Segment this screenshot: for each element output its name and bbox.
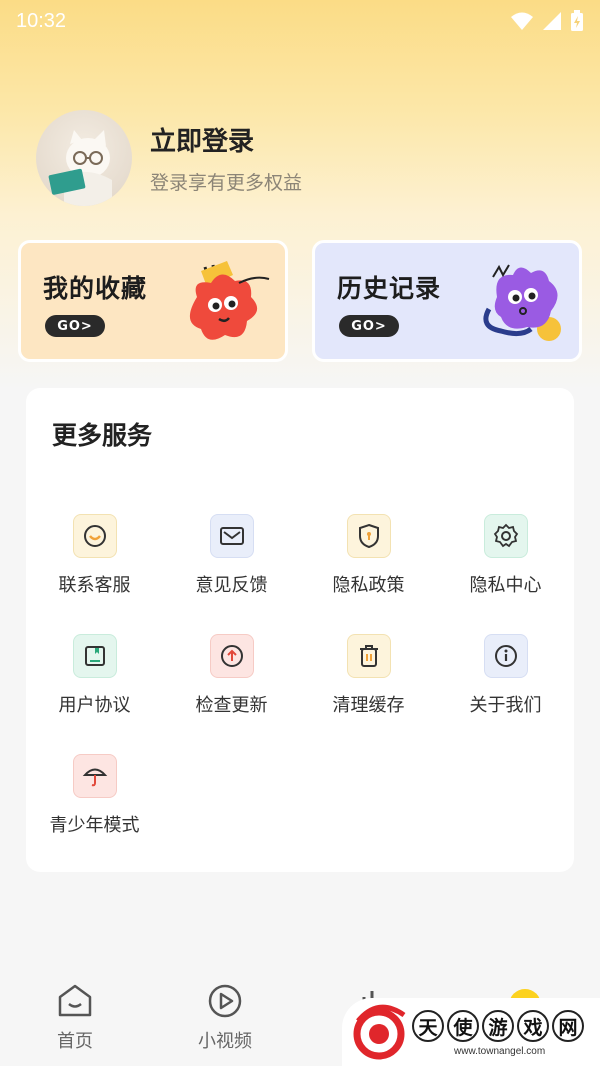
book-icon <box>72 634 117 678</box>
cat-avatar-illustration <box>48 130 112 206</box>
wifi-icon <box>511 12 533 30</box>
watermark-logo-icon <box>353 1004 406 1060</box>
watermark-char: 天 <box>412 1010 444 1042</box>
tab-home[interactable]: 首页 <box>25 983 125 1053</box>
gear-icon <box>483 514 528 558</box>
service-label: 联系客服 <box>58 575 131 596</box>
red-blob-mascot-icon <box>189 261 270 340</box>
login-subtitle: 登录享有更多权益 <box>150 172 303 194</box>
history-card[interactable]: 历史记录 GO> <box>312 240 582 362</box>
service-check-update[interactable]: 检查更新 <box>163 634 300 717</box>
tab-short-video[interactable]: 小视频 <box>175 983 275 1053</box>
tab-label: 首页 <box>57 1031 93 1052</box>
service-teen-mode[interactable]: 青少年模式 <box>26 754 163 837</box>
service-about-us[interactable]: 关于我们 <box>437 634 574 717</box>
watermark-char: 使 <box>447 1010 479 1042</box>
service-privacy-policy[interactable]: 隐私政策 <box>300 514 437 597</box>
service-label: 用户协议 <box>58 695 131 716</box>
favorites-card[interactable]: 我的收藏 GO> <box>18 240 288 362</box>
service-label: 意见反馈 <box>195 575 268 596</box>
watermark-char: 戏 <box>517 1010 549 1042</box>
status-icons <box>510 10 584 32</box>
tab-label: 小视频 <box>198 1031 252 1052</box>
site-watermark: 天 使 游 戏 网 www.townangel.com <box>342 998 600 1066</box>
service-clear-cache[interactable]: 清理缓存 <box>300 634 437 717</box>
mail-icon <box>209 514 254 558</box>
service-label: 关于我们 <box>469 695 542 716</box>
login-title[interactable]: 立即登录 <box>150 121 302 158</box>
watermark-char: 游 <box>482 1010 514 1042</box>
shield-icon <box>346 514 391 558</box>
history-go-button[interactable]: GO> <box>339 315 399 337</box>
services-title: 更多服务 <box>52 421 153 450</box>
watermark-char: 网 <box>552 1010 584 1042</box>
battery-icon <box>571 10 583 31</box>
service-user-agreement[interactable]: 用户协议 <box>26 634 163 717</box>
history-card-title: 历史记录 <box>337 274 442 303</box>
service-privacy-center[interactable]: 隐私中心 <box>437 514 574 597</box>
upload-icon <box>209 634 254 678</box>
purple-blob-mascot-icon <box>483 264 561 341</box>
info-icon <box>483 634 528 678</box>
favorites-go-button[interactable]: GO> <box>45 315 105 337</box>
service-label: 隐私政策 <box>332 575 405 596</box>
trash-icon <box>346 634 391 678</box>
service-label: 青少年模式 <box>49 815 140 836</box>
watermark-url: www.townangel.com <box>454 1046 546 1057</box>
home-icon <box>58 984 92 1017</box>
status-bar: 10:32 <box>0 0 600 42</box>
favorites-card-title: 我的收藏 <box>43 274 148 303</box>
avatar[interactable] <box>36 110 132 206</box>
signal-icon <box>543 12 561 30</box>
service-label: 检查更新 <box>195 695 268 716</box>
service-label: 隐私中心 <box>469 575 542 596</box>
service-feedback[interactable]: 意见反馈 <box>163 514 300 597</box>
login-section[interactable]: 立即登录 登录享有更多权益 <box>36 110 302 206</box>
umbrella-icon <box>72 754 117 798</box>
headset-icon <box>72 514 117 558</box>
status-time: 10:32 <box>16 9 67 32</box>
service-label: 清理缓存 <box>332 695 405 716</box>
service-contact-support[interactable]: 联系客服 <box>26 514 163 597</box>
play-icon <box>208 984 242 1018</box>
more-services-panel: 更多服务 联系客服 意见反馈 隐私政策 隐私中心 用户协议 检查更新 清理缓存 … <box>26 388 574 872</box>
